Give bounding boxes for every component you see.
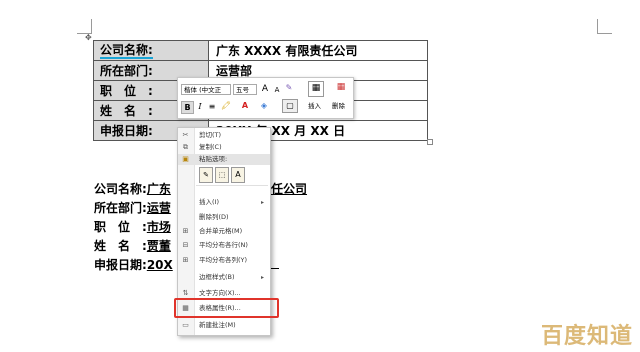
body-value: 运营 bbox=[146, 201, 171, 215]
menu-item-border-styles[interactable]: 边框样式(B) ▸ bbox=[178, 272, 270, 283]
submenu-arrow-icon: ▸ bbox=[260, 274, 264, 281]
menu-item-label: 剪切(T) bbox=[199, 131, 222, 139]
page-corner-mark-right bbox=[597, 19, 612, 34]
menu-item-label: 插入(I) bbox=[199, 198, 219, 206]
body-value: 广东 bbox=[146, 182, 171, 196]
table-resize-handle[interactable] bbox=[427, 139, 433, 145]
delete-table-icon[interactable]: ▦ bbox=[334, 81, 348, 95]
font-color-button[interactable]: A bbox=[240, 100, 250, 112]
body-line-position: 职 位 :市场 bbox=[94, 218, 171, 235]
borders-icon[interactable]: ▢ bbox=[282, 99, 298, 113]
table-cell-label[interactable]: 公司名称: bbox=[93, 40, 209, 61]
body-value: 20X bbox=[146, 258, 173, 272]
body-label: 申报日期: bbox=[94, 258, 147, 272]
font-name-value: 楷体 (中文正 bbox=[184, 86, 222, 94]
scissors-icon: ✂ bbox=[182, 131, 189, 139]
menu-item-paste-options[interactable]: ▣ 粘贴选项: bbox=[178, 154, 270, 165]
table-move-handle-icon[interactable]: ✥ bbox=[85, 33, 92, 42]
table-label: 公司名称: bbox=[100, 42, 153, 59]
highlight-color-icon[interactable]: 🖍 bbox=[219, 100, 233, 112]
mini-toolbar: 楷体 (中文正 五号 A A ✎ ▦ ▦ B I ≡ 🖍 A ◈ ▢ 插入 删除 bbox=[177, 77, 354, 119]
menu-item-label: 复制(C) bbox=[199, 143, 222, 151]
format-painter-icon[interactable]: ✎ bbox=[284, 82, 294, 94]
shrink-font-button[interactable]: A bbox=[272, 84, 282, 96]
delete-button[interactable]: 删除 bbox=[332, 100, 345, 112]
menu-item-label: 边框样式(B) bbox=[199, 273, 235, 281]
table-row: 公司名称: 广东 XXXX 有限责任公司 bbox=[93, 40, 428, 61]
body-value-tail: 任公司 bbox=[271, 182, 308, 196]
highlight-box bbox=[174, 298, 279, 318]
body-value: 贾董 bbox=[146, 239, 171, 253]
submenu-arrow-icon: ▸ bbox=[260, 199, 264, 206]
menu-item-insert[interactable]: 插入(I) ▸ bbox=[178, 197, 270, 208]
menu-item-label: 平均分布各行(N) bbox=[199, 241, 248, 249]
watermark-logo: 百度知道 bbox=[541, 324, 634, 349]
paste-merge-formatting-icon[interactable]: ⬚ bbox=[215, 167, 229, 183]
body-label: 公司名称: bbox=[94, 182, 147, 196]
font-name-select[interactable]: 楷体 (中文正 bbox=[181, 84, 231, 95]
menu-item-distribute-rows[interactable]: ⊟ 平均分布各行(N) bbox=[178, 240, 270, 251]
italic-button[interactable]: I bbox=[195, 101, 205, 113]
menu-item-distribute-columns[interactable]: ⊞ 平均分布各列(Y) bbox=[178, 255, 270, 266]
body-label: 所在部门: bbox=[94, 201, 147, 215]
menu-separator bbox=[196, 185, 268, 186]
align-center-icon[interactable]: ≡ bbox=[207, 101, 217, 113]
menu-item-label: 平均分布各列(Y) bbox=[199, 256, 248, 264]
body-line-company: 公司名称:广东 bbox=[94, 180, 171, 197]
table-cell-value[interactable]: 广东 XXXX 有限责任公司 bbox=[208, 40, 428, 61]
menu-item-label: 删除列(D) bbox=[199, 213, 229, 221]
menu-item-new-comment[interactable]: ▭ 新建批注(M) bbox=[178, 320, 270, 331]
body-line-date: 申报日期:20X bbox=[94, 256, 173, 273]
insert-button[interactable]: 插入 bbox=[308, 100, 321, 112]
menu-item-copy[interactable]: ⧉ 复制(C) bbox=[178, 142, 270, 153]
font-color-glyph: A bbox=[241, 101, 249, 110]
font-size-value: 五号 bbox=[236, 86, 249, 94]
page-corner-mark-left bbox=[77, 19, 92, 34]
paste-text-only-icon[interactable]: A bbox=[231, 167, 245, 183]
distribute-rows-icon: ⊟ bbox=[182, 241, 189, 249]
body-label: 职 位 : bbox=[94, 220, 147, 234]
menu-item-label: 粘贴选项: bbox=[199, 155, 228, 163]
body-line-department: 所在部门:运营 bbox=[94, 199, 171, 216]
menu-item-label: 合并单元格(M) bbox=[199, 227, 243, 235]
paste-keep-formatting-icon[interactable]: ✎ bbox=[199, 167, 213, 183]
date-underline-tail bbox=[270, 268, 279, 269]
comment-icon: ▭ bbox=[182, 321, 189, 329]
copy-icon: ⧉ bbox=[183, 143, 188, 151]
menu-item-merge-cells[interactable]: ⊞ 合并单元格(M) bbox=[178, 226, 270, 237]
paste-icon: ▣ bbox=[182, 155, 189, 163]
menu-item-delete-column[interactable]: 删除列(D) bbox=[178, 212, 270, 223]
grow-font-button[interactable]: A bbox=[260, 83, 270, 95]
shading-icon[interactable]: ◈ bbox=[258, 100, 270, 112]
font-size-select[interactable]: 五号 bbox=[233, 84, 257, 95]
body-value: 市场 bbox=[146, 220, 171, 234]
distribute-columns-icon: ⊞ bbox=[182, 256, 189, 264]
body-label: 姓 名 : bbox=[94, 239, 147, 253]
body-line-name: 姓 名 :贾董 bbox=[94, 237, 171, 254]
text-direction-icon: ⇅ bbox=[182, 289, 189, 297]
menu-item-label: 新建批注(M) bbox=[199, 321, 236, 329]
merge-cells-icon: ⊞ bbox=[182, 227, 189, 235]
bold-button[interactable]: B bbox=[181, 101, 194, 114]
table-style-icon[interactable]: ▦ bbox=[308, 81, 324, 97]
menu-item-cut[interactable]: ✂ 剪切(T) bbox=[178, 130, 270, 141]
